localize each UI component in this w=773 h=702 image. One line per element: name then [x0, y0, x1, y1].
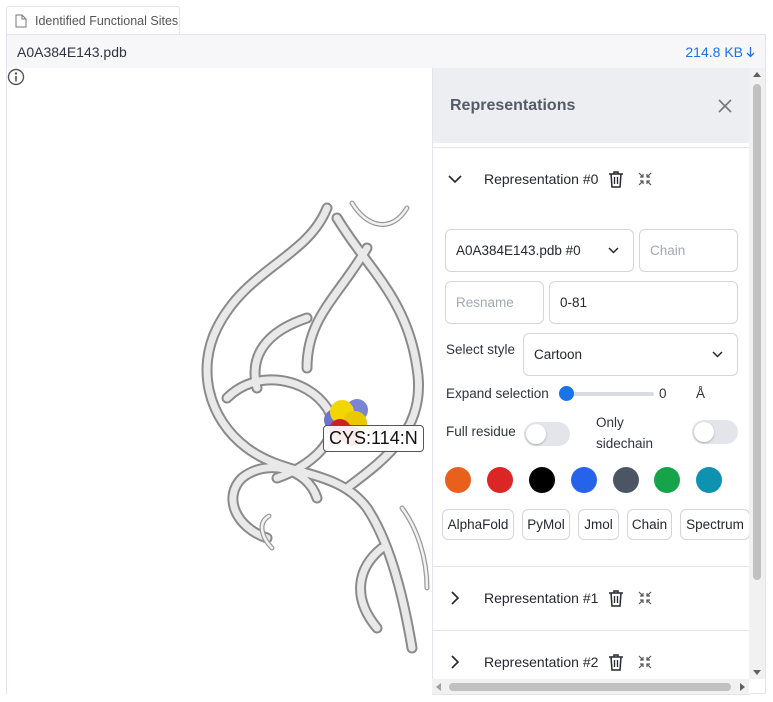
trash-icon[interactable]: [608, 653, 624, 671]
download-arrow-icon: [746, 46, 755, 57]
trash-icon[interactable]: [608, 589, 624, 607]
representation-2-title: Representation #2: [484, 653, 599, 670]
only-sidechain-toggle[interactable]: [692, 420, 738, 444]
scheme-spectrum-button[interactable]: Spectrum: [680, 509, 750, 540]
scrollbar-thumb[interactable]: [449, 683, 731, 691]
representation-1-title: Representation #1: [484, 589, 599, 606]
panel-header: Representations: [433, 68, 750, 143]
collapse-icon[interactable]: [638, 591, 652, 605]
scroll-down-arrow[interactable]: [753, 670, 761, 675]
color-swatch-teal[interactable]: [696, 467, 722, 493]
resname-placeholder: Resname: [456, 295, 514, 310]
divider: [433, 694, 750, 695]
representation-0-title: Representation #0: [484, 170, 599, 187]
tab-label: Identified Functional Sites: [35, 13, 179, 28]
molecule-viewer[interactable]: CYS:114:N: [7, 68, 432, 694]
expand-selection-track[interactable]: [564, 392, 654, 396]
info-icon[interactable]: [7, 68, 25, 86]
file-size: 214.8 KB: [685, 43, 743, 60]
collapse-icon[interactable]: [638, 172, 652, 186]
panel-vertical-scrollbar[interactable]: [749, 68, 765, 679]
color-swatch-green[interactable]: [654, 467, 680, 493]
chevron-down-icon: [608, 246, 619, 254]
download-link[interactable]: 214.8 KB: [685, 44, 755, 60]
scheme-jmol-button[interactable]: Jmol: [578, 509, 619, 540]
scheme-chain-button[interactable]: Chain: [627, 509, 672, 540]
chevron-down-icon: [712, 350, 723, 358]
panel-title: Representations: [450, 96, 576, 114]
scheme-alphafold-button[interactable]: AlphaFold: [442, 509, 514, 540]
scrollbar-thumb[interactable]: [753, 84, 761, 580]
scroll-left-arrow[interactable]: [436, 683, 441, 691]
scroll-up-arrow[interactable]: [753, 72, 761, 77]
representation-0-header[interactable]: Representation #0: [433, 147, 750, 209]
protein-cartoon[interactable]: [7, 68, 432, 694]
only-sidechain-label-line1: Only: [596, 415, 624, 430]
full-residue-toggle[interactable]: [524, 422, 570, 446]
residue-range-input[interactable]: 0-81: [549, 281, 738, 324]
residue-hover-label: CYS:114:N: [323, 425, 424, 452]
residue-range-value: 0-81: [560, 295, 588, 310]
file-bar: A0A384E143.pdb 214.8 KB: [7, 35, 765, 68]
color-swatch-orange[interactable]: [445, 467, 471, 493]
document-icon: [15, 14, 27, 27]
style-select[interactable]: Cartoon: [523, 333, 738, 376]
expand-selection-slider-handle[interactable]: [559, 386, 574, 401]
only-sidechain-label-line2: sidechain: [596, 436, 654, 451]
color-swatch-red[interactable]: [487, 467, 513, 493]
style-select-value: Cartoon: [534, 347, 583, 362]
close-icon[interactable]: [718, 98, 732, 113]
expand-selection-label: Expand selection: [446, 386, 549, 401]
full-residue-label: Full residue: [446, 424, 516, 439]
expand-selection-unit: Å: [696, 386, 706, 401]
structure-viewer-frame: A0A384E143.pdb 214.8 KB CYS:114:N Repres…: [6, 34, 766, 695]
scheme-pymol-button[interactable]: PyMol: [522, 509, 570, 540]
color-swatch-gray[interactable]: [613, 467, 639, 493]
file-name: A0A384E143.pdb: [17, 43, 127, 60]
trash-icon[interactable]: [608, 170, 624, 188]
color-swatch-black[interactable]: [529, 467, 555, 493]
expand-selection-value: 0: [659, 386, 667, 401]
toggle-knob: [526, 424, 546, 444]
chain-input[interactable]: Chain: [639, 229, 738, 272]
model-select[interactable]: A0A384E143.pdb #0: [445, 229, 634, 272]
collapse-icon[interactable]: [638, 655, 652, 669]
select-style-label: Select style: [446, 342, 516, 357]
representation-1-header[interactable]: Representation #1: [433, 566, 750, 628]
panel-horizontal-scrollbar[interactable]: [432, 679, 749, 694]
chevron-right-icon[interactable]: [448, 654, 462, 669]
chain-placeholder: Chain: [650, 243, 686, 258]
toggle-knob: [694, 422, 714, 442]
model-select-value: A0A384E143.pdb #0: [456, 243, 581, 258]
chevron-down-icon[interactable]: [448, 172, 462, 186]
scroll-right-arrow[interactable]: [740, 683, 745, 691]
color-swatch-blue[interactable]: [571, 467, 597, 493]
chevron-right-icon[interactable]: [448, 590, 462, 605]
tab-identified-functional-sites[interactable]: Identified Functional Sites: [6, 6, 180, 34]
representations-panel: Representations Representation #0 A0A384…: [432, 68, 750, 695]
resname-input[interactable]: Resname: [445, 281, 544, 324]
